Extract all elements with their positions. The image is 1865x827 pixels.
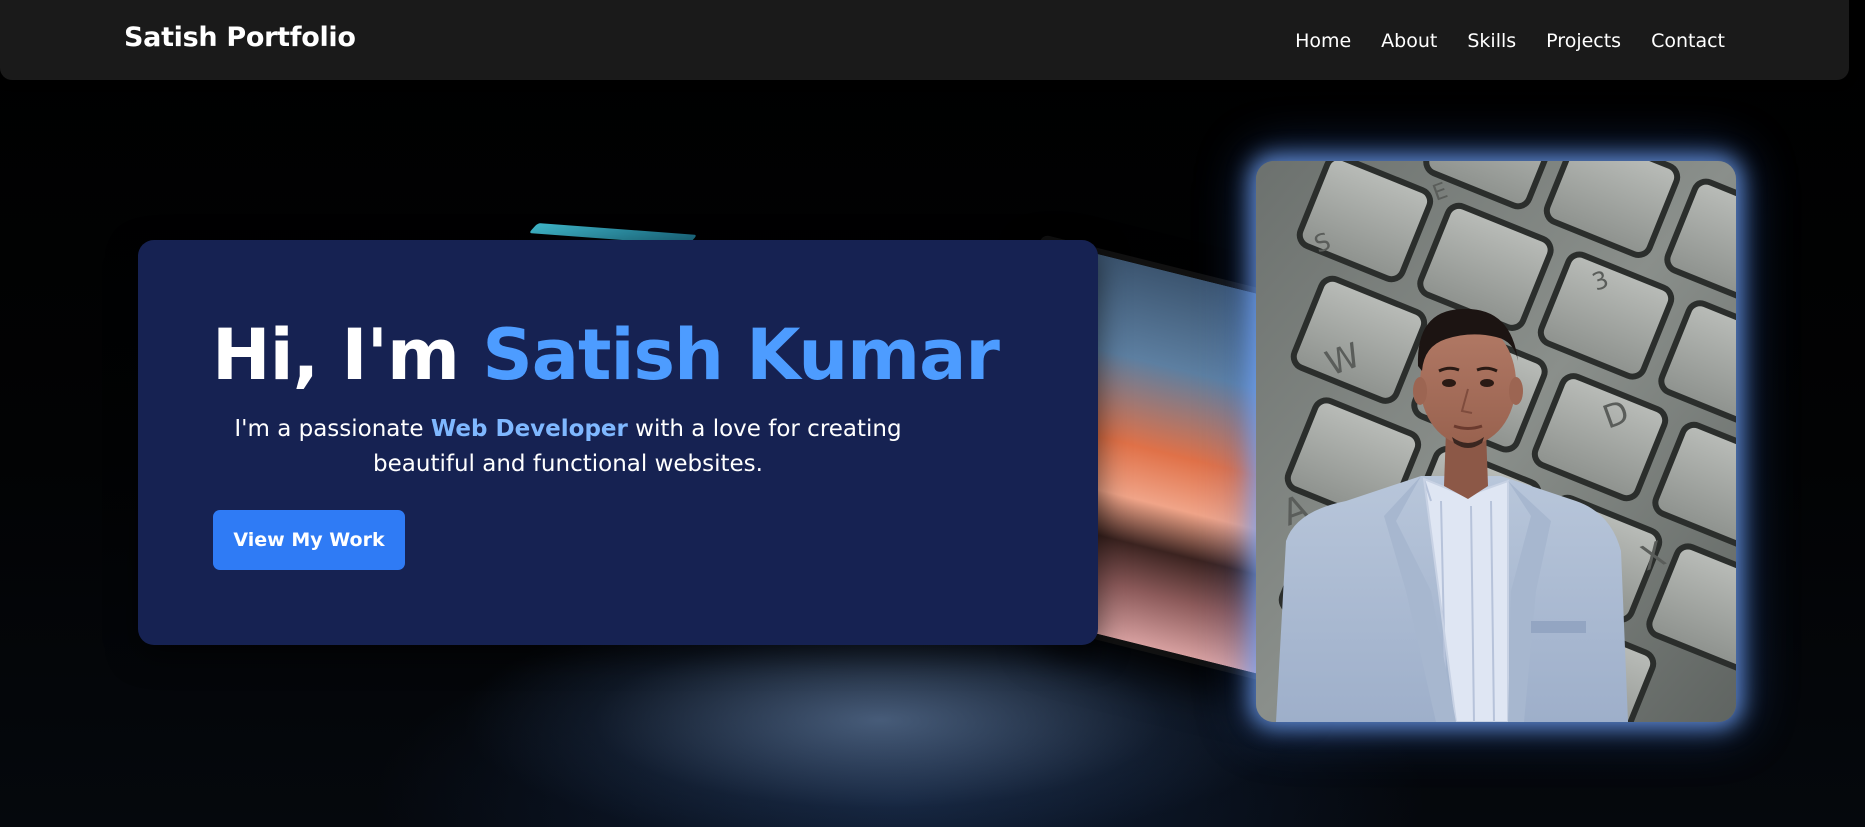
hero-title: Hi, I'm Satish Kumar xyxy=(212,314,1000,396)
navbar: Satish Portfolio Home About Skills Proje… xyxy=(0,0,1849,80)
hero-name: Satish Kumar xyxy=(482,314,1000,396)
brand-logo[interactable]: Satish Portfolio xyxy=(124,22,356,53)
nav-link-home[interactable]: Home xyxy=(1295,30,1351,52)
hero-subtitle-prefix: I'm a passionate xyxy=(234,416,431,442)
nav-links: Home About Skills Projects Contact xyxy=(1295,30,1725,52)
hero-subtitle: I'm a passionate Web Developer with a lo… xyxy=(188,412,948,482)
nav-link-skills[interactable]: Skills xyxy=(1467,30,1516,52)
nav-link-contact[interactable]: Contact xyxy=(1651,30,1725,52)
portfolio-page: Satish Portfolio Home About Skills Proje… xyxy=(0,0,1865,827)
profile-photo: W D A X S 3 E xyxy=(1256,161,1736,722)
hero-greeting: Hi, I'm xyxy=(212,314,483,396)
hero-subtitle-highlight: Web Developer xyxy=(430,416,628,442)
view-my-work-button[interactable]: View My Work xyxy=(213,510,405,570)
nav-link-projects[interactable]: Projects xyxy=(1546,30,1621,52)
nav-link-about[interactable]: About xyxy=(1381,30,1437,52)
profile-photo-illustration: W D A X S 3 E xyxy=(1256,161,1736,722)
hero-card: Hi, I'm Satish Kumar I'm a passionate We… xyxy=(138,240,1098,645)
